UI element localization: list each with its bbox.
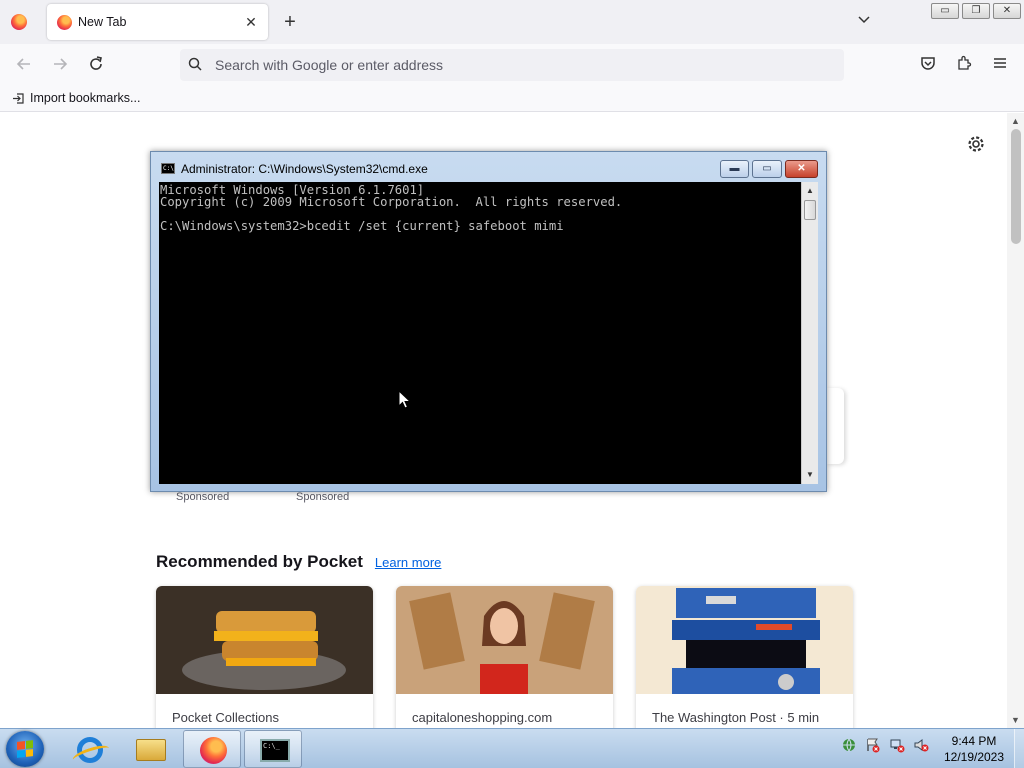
restore-button[interactable]: ❐ <box>962 3 990 19</box>
card-source: The Washington Post · 5 min <box>652 710 820 725</box>
start-button[interactable] <box>6 731 44 767</box>
taskbar: C:\_ 9:44 PM 12/19/2023 <box>0 728 1024 768</box>
cmd-close-button[interactable]: ✕ <box>785 160 818 178</box>
new-tab-button[interactable]: + <box>280 12 300 32</box>
cmd-title: Administrator: C:\Windows\System32\cmd.e… <box>181 162 428 176</box>
woman-with-boxes-image <box>396 586 613 694</box>
navigation-bar: Search with Google or enter address <box>0 44 1024 86</box>
network-icon[interactable] <box>888 737 906 755</box>
taskbar-internet-explorer[interactable] <box>61 730 119 768</box>
taskbar-file-explorer[interactable] <box>122 730 180 768</box>
firefox-icon <box>57 15 72 30</box>
pocket-card[interactable]: The Washington Post · 5 min <box>636 586 853 736</box>
tab-title: New Tab <box>78 15 127 29</box>
clock-date: 12/19/2023 <box>943 750 1005 764</box>
gear-icon[interactable] <box>966 135 986 155</box>
pocket-icon[interactable] <box>918 55 938 75</box>
clock[interactable]: 9:44 PM 12/19/2023 <box>936 733 1012 765</box>
pocket-title: Recommended by Pocket <box>156 552 363 571</box>
cmd-scrollbar[interactable]: ▲ ▼ <box>801 182 818 484</box>
search-icon <box>188 57 202 71</box>
card-source: capitaloneshopping.com <box>412 710 553 725</box>
sponsored-label: Sponsored <box>176 491 230 503</box>
network-globe-icon[interactable] <box>840 737 858 755</box>
toolbox-image <box>636 586 853 694</box>
folder-icon <box>136 739 166 761</box>
sponsored-label: Sponsored <box>296 491 350 503</box>
cmd-maximize-button[interactable]: ▭ <box>752 160 782 178</box>
learn-more-link[interactable]: Learn more <box>375 555 441 570</box>
menu-icon[interactable] <box>990 55 1010 75</box>
bookmarks-toolbar: Import bookmarks... <box>0 86 1024 112</box>
action-center-flag-icon[interactable] <box>864 737 882 755</box>
shortcut-card-edge <box>826 388 844 464</box>
tab-strip: New Tab ✕ + ▭ ❐ ✕ <box>0 0 1024 44</box>
scrollbar-thumb[interactable] <box>804 200 816 220</box>
tab-new-tab[interactable]: New Tab ✕ <box>47 4 268 40</box>
cmd-icon: C:\_ <box>260 739 290 762</box>
cmd-minimize-button[interactable]: ▬ <box>720 160 749 178</box>
scroll-up-icon[interactable]: ▲ <box>1010 116 1021 126</box>
import-bookmarks-button[interactable]: Import bookmarks... <box>12 91 140 105</box>
mouse-cursor-icon <box>398 390 412 409</box>
address-placeholder: Search with Google or enter address <box>215 57 444 73</box>
pocket-header: Recommended by Pocket Learn more <box>156 552 441 572</box>
grilled-cheese-image <box>156 586 373 694</box>
extensions-icon[interactable] <box>954 55 974 75</box>
page-scrollbar[interactable]: ▲ ▼ <box>1007 113 1024 728</box>
import-bookmarks-label: Import bookmarks... <box>30 91 141 105</box>
minimize-button[interactable]: ▭ <box>931 3 959 19</box>
scroll-up-icon[interactable]: ▲ <box>804 185 816 197</box>
firefox-icon <box>200 737 227 764</box>
address-bar[interactable]: Search with Google or enter address <box>180 49 844 81</box>
cmd-console-output[interactable]: Microsoft Windows [Version 6.1.7601] Cop… <box>159 182 801 484</box>
volume-muted-icon[interactable] <box>912 737 930 755</box>
close-tab-icon[interactable]: ✕ <box>242 13 260 31</box>
scrollbar-thumb[interactable] <box>1011 129 1021 244</box>
windows-logo-icon <box>17 740 33 758</box>
pocket-card[interactable]: capitaloneshopping.com <box>396 586 613 736</box>
card-source: Pocket Collections <box>172 710 279 725</box>
firefox-view-icon[interactable] <box>11 14 27 30</box>
taskbar-firefox[interactable] <box>183 730 241 768</box>
cmd-window[interactable]: C:\ Administrator: C:\Windows\System32\c… <box>150 151 827 492</box>
import-icon <box>13 92 24 104</box>
show-desktop-button[interactable] <box>1014 729 1024 768</box>
system-tray <box>840 737 930 755</box>
forward-icon[interactable] <box>50 55 70 75</box>
window-controls: ▭ ❐ ✕ <box>931 3 1021 19</box>
clock-time: 9:44 PM <box>951 734 997 748</box>
cmd-icon: C:\ <box>161 163 175 174</box>
pocket-card[interactable]: Pocket Collections <box>156 586 373 736</box>
reload-icon[interactable] <box>86 55 106 75</box>
scroll-down-icon[interactable]: ▼ <box>1010 715 1021 725</box>
scroll-down-icon[interactable]: ▼ <box>804 469 816 481</box>
back-icon[interactable] <box>14 55 34 75</box>
close-window-button[interactable]: ✕ <box>993 3 1021 19</box>
taskbar-cmd[interactable]: C:\_ <box>244 730 302 768</box>
cmd-titlebar[interactable]: C:\ Administrator: C:\Windows\System32\c… <box>151 152 826 183</box>
internet-explorer-icon <box>77 737 103 763</box>
list-all-tabs-icon[interactable] <box>855 12 873 30</box>
